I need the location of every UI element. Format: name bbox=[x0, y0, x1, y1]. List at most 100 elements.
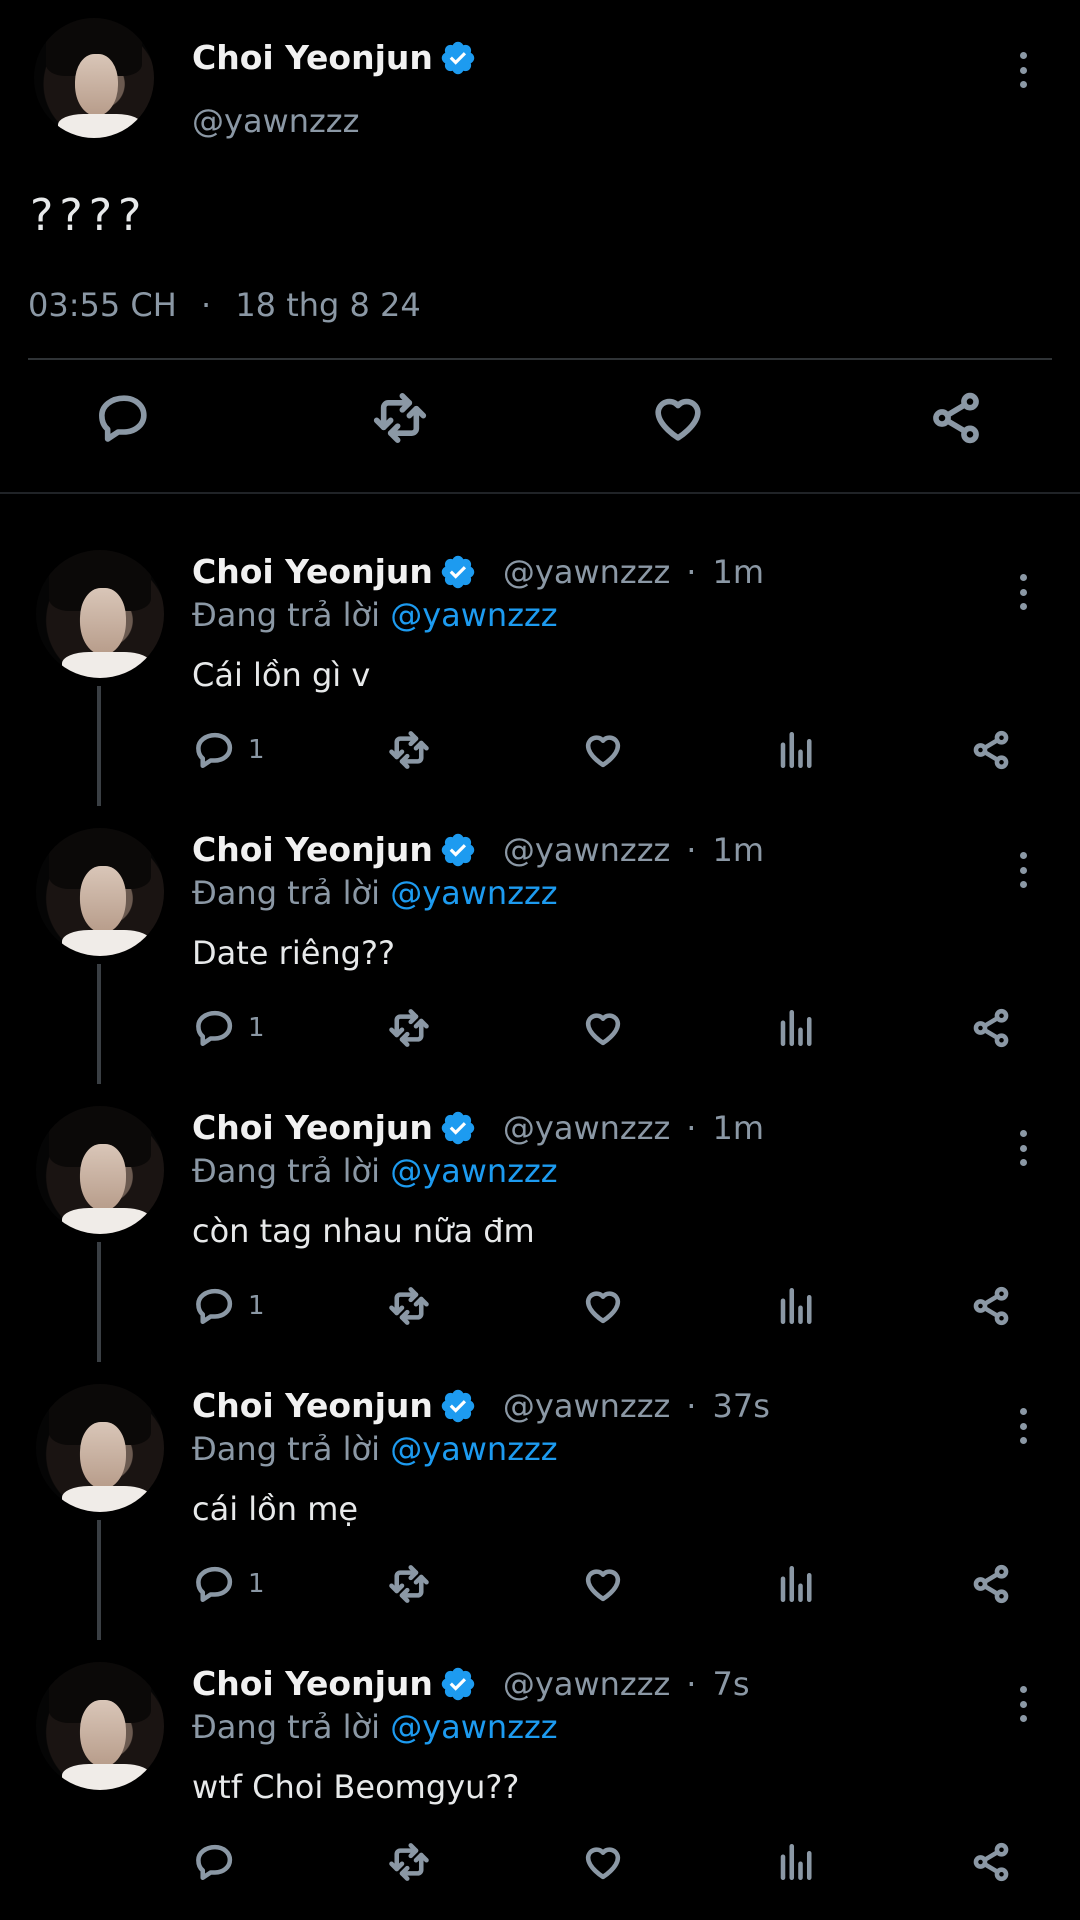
retweet-icon bbox=[389, 1287, 429, 1325]
share-button[interactable] bbox=[970, 1282, 1012, 1330]
avatar[interactable] bbox=[36, 1106, 164, 1234]
heart-icon bbox=[585, 1291, 621, 1324]
views-button[interactable] bbox=[776, 1838, 818, 1886]
like-button[interactable] bbox=[582, 726, 624, 774]
avatar[interactable] bbox=[36, 550, 164, 678]
heart-icon bbox=[585, 1569, 621, 1602]
share-icon[interactable] bbox=[928, 390, 984, 446]
reply-actions bbox=[0, 1838, 1080, 1892]
reply-button[interactable] bbox=[194, 1838, 248, 1886]
author-handle[interactable]: @yawnzzz bbox=[192, 102, 359, 140]
author-name[interactable]: Choi Yeonjun bbox=[192, 38, 433, 77]
reply-button[interactable]: 1 bbox=[194, 1560, 265, 1608]
reply-actions: 1 bbox=[0, 1282, 1080, 1336]
more-icon[interactable] bbox=[1008, 48, 1038, 92]
reply-tweet[interactable]: Choi Yeonjun @yawnzzz · 1m Đang trả lời … bbox=[0, 1086, 1080, 1364]
author-row: Choi Yeonjun @yawnzzz · 1m bbox=[192, 830, 764, 869]
reply-tweet[interactable]: Choi Yeonjun @yawnzzz · 37s Đang trả lời… bbox=[0, 1364, 1080, 1642]
reply-icon[interactable] bbox=[96, 390, 152, 446]
share-button[interactable] bbox=[970, 1004, 1012, 1052]
avatar[interactable] bbox=[36, 1662, 164, 1790]
views-icon bbox=[780, 1287, 812, 1325]
replying-to-handle[interactable]: @yawnzzz bbox=[390, 1152, 557, 1190]
reply-text: còn tag nhau nữa đm bbox=[192, 1212, 535, 1250]
reply-time[interactable]: 37s bbox=[712, 1387, 769, 1425]
tweet-timestamp[interactable]: 03:55 CH · 18 thg 8 24 bbox=[28, 286, 421, 324]
reply-time[interactable]: 1m bbox=[712, 831, 764, 869]
reply-icon bbox=[196, 732, 233, 769]
views-icon bbox=[780, 1009, 812, 1047]
share-icon bbox=[973, 1008, 1009, 1048]
reply-button[interactable]: 1 bbox=[194, 1282, 265, 1330]
views-icon bbox=[780, 731, 812, 769]
reply-count: 1 bbox=[248, 1569, 265, 1599]
share-icon bbox=[973, 1564, 1009, 1604]
reply-icon bbox=[196, 1288, 233, 1325]
share-button[interactable] bbox=[970, 1560, 1012, 1608]
views-button[interactable] bbox=[776, 726, 818, 774]
author-row: Choi Yeonjun @yawnzzz · 1m bbox=[192, 552, 764, 591]
reply-icon bbox=[196, 1844, 233, 1881]
replying-to-handle[interactable]: @yawnzzz bbox=[390, 1708, 557, 1746]
more-icon[interactable] bbox=[1008, 570, 1038, 614]
avatar[interactable] bbox=[34, 18, 154, 138]
share-button[interactable] bbox=[970, 1838, 1012, 1886]
replying-to-handle[interactable]: @yawnzzz bbox=[390, 874, 557, 912]
reply-button[interactable]: 1 bbox=[194, 1004, 265, 1052]
author-handle[interactable]: @yawnzzz bbox=[503, 1665, 670, 1703]
share-button[interactable] bbox=[970, 726, 1012, 774]
retweet-icon[interactable] bbox=[372, 390, 428, 446]
reply-count: 1 bbox=[248, 1013, 265, 1043]
author-handle[interactable]: @yawnzzz bbox=[503, 831, 670, 869]
retweet-button[interactable] bbox=[388, 1560, 430, 1608]
replying-to-handle[interactable]: @yawnzzz bbox=[390, 596, 557, 634]
avatar[interactable] bbox=[36, 1384, 164, 1512]
like-button[interactable] bbox=[582, 1838, 624, 1886]
tweet-text: ???? bbox=[30, 190, 148, 241]
divider bbox=[28, 358, 1052, 360]
replying-to-handle[interactable]: @yawnzzz bbox=[390, 1430, 557, 1468]
avatar[interactable] bbox=[36, 828, 164, 956]
more-icon[interactable] bbox=[1008, 848, 1038, 892]
author-handle[interactable]: @yawnzzz bbox=[503, 553, 670, 591]
like-button[interactable] bbox=[582, 1560, 624, 1608]
verified-badge-icon bbox=[441, 1667, 475, 1700]
author-name[interactable]: Choi Yeonjun bbox=[192, 552, 433, 591]
author-handle[interactable]: @yawnzzz bbox=[503, 1109, 670, 1147]
more-icon[interactable] bbox=[1008, 1404, 1038, 1448]
verified-badge-icon bbox=[441, 555, 475, 588]
author-name[interactable]: Choi Yeonjun bbox=[192, 1108, 433, 1147]
views-button[interactable] bbox=[776, 1560, 818, 1608]
retweet-button[interactable] bbox=[388, 726, 430, 774]
author-name[interactable]: Choi Yeonjun bbox=[192, 1386, 433, 1425]
retweet-button[interactable] bbox=[388, 1838, 430, 1886]
separator-dot: · bbox=[686, 1386, 697, 1425]
author-name[interactable]: Choi Yeonjun bbox=[192, 830, 433, 869]
heart-icon[interactable] bbox=[650, 390, 706, 446]
retweet-button[interactable] bbox=[388, 1282, 430, 1330]
more-icon[interactable] bbox=[1008, 1126, 1038, 1170]
reply-time[interactable]: 1m bbox=[712, 1109, 764, 1147]
reply-time[interactable]: 1m bbox=[712, 553, 764, 591]
reply-time[interactable]: 7s bbox=[712, 1665, 749, 1703]
views-icon bbox=[780, 1843, 812, 1881]
views-button[interactable] bbox=[776, 1282, 818, 1330]
views-button[interactable] bbox=[776, 1004, 818, 1052]
retweet-button[interactable] bbox=[388, 1004, 430, 1052]
author-handle[interactable]: @yawnzzz bbox=[503, 1387, 670, 1425]
reply-button[interactable]: 1 bbox=[194, 726, 265, 774]
replying-to: Đang trả lời @yawnzzz bbox=[192, 1708, 558, 1746]
tweet-actions bbox=[0, 390, 1080, 460]
like-button[interactable] bbox=[582, 1282, 624, 1330]
more-icon[interactable] bbox=[1008, 1682, 1038, 1726]
retweet-icon bbox=[389, 1843, 429, 1881]
section-divider bbox=[0, 492, 1080, 494]
reply-tweet[interactable]: Choi Yeonjun @yawnzzz · 1m Đang trả lời … bbox=[0, 808, 1080, 1086]
reply-tweet[interactable]: Choi Yeonjun @yawnzzz · 1m Đang trả lời … bbox=[0, 530, 1080, 808]
retweet-icon bbox=[389, 1565, 429, 1603]
reply-tweet[interactable]: Choi Yeonjun @yawnzzz · 7s Đang trả lời … bbox=[0, 1642, 1080, 1920]
replying-to: Đang trả lời @yawnzzz bbox=[192, 1152, 558, 1190]
like-button[interactable] bbox=[582, 1004, 624, 1052]
tweet-time: 03:55 CH bbox=[28, 286, 177, 324]
author-name[interactable]: Choi Yeonjun bbox=[192, 1664, 433, 1703]
